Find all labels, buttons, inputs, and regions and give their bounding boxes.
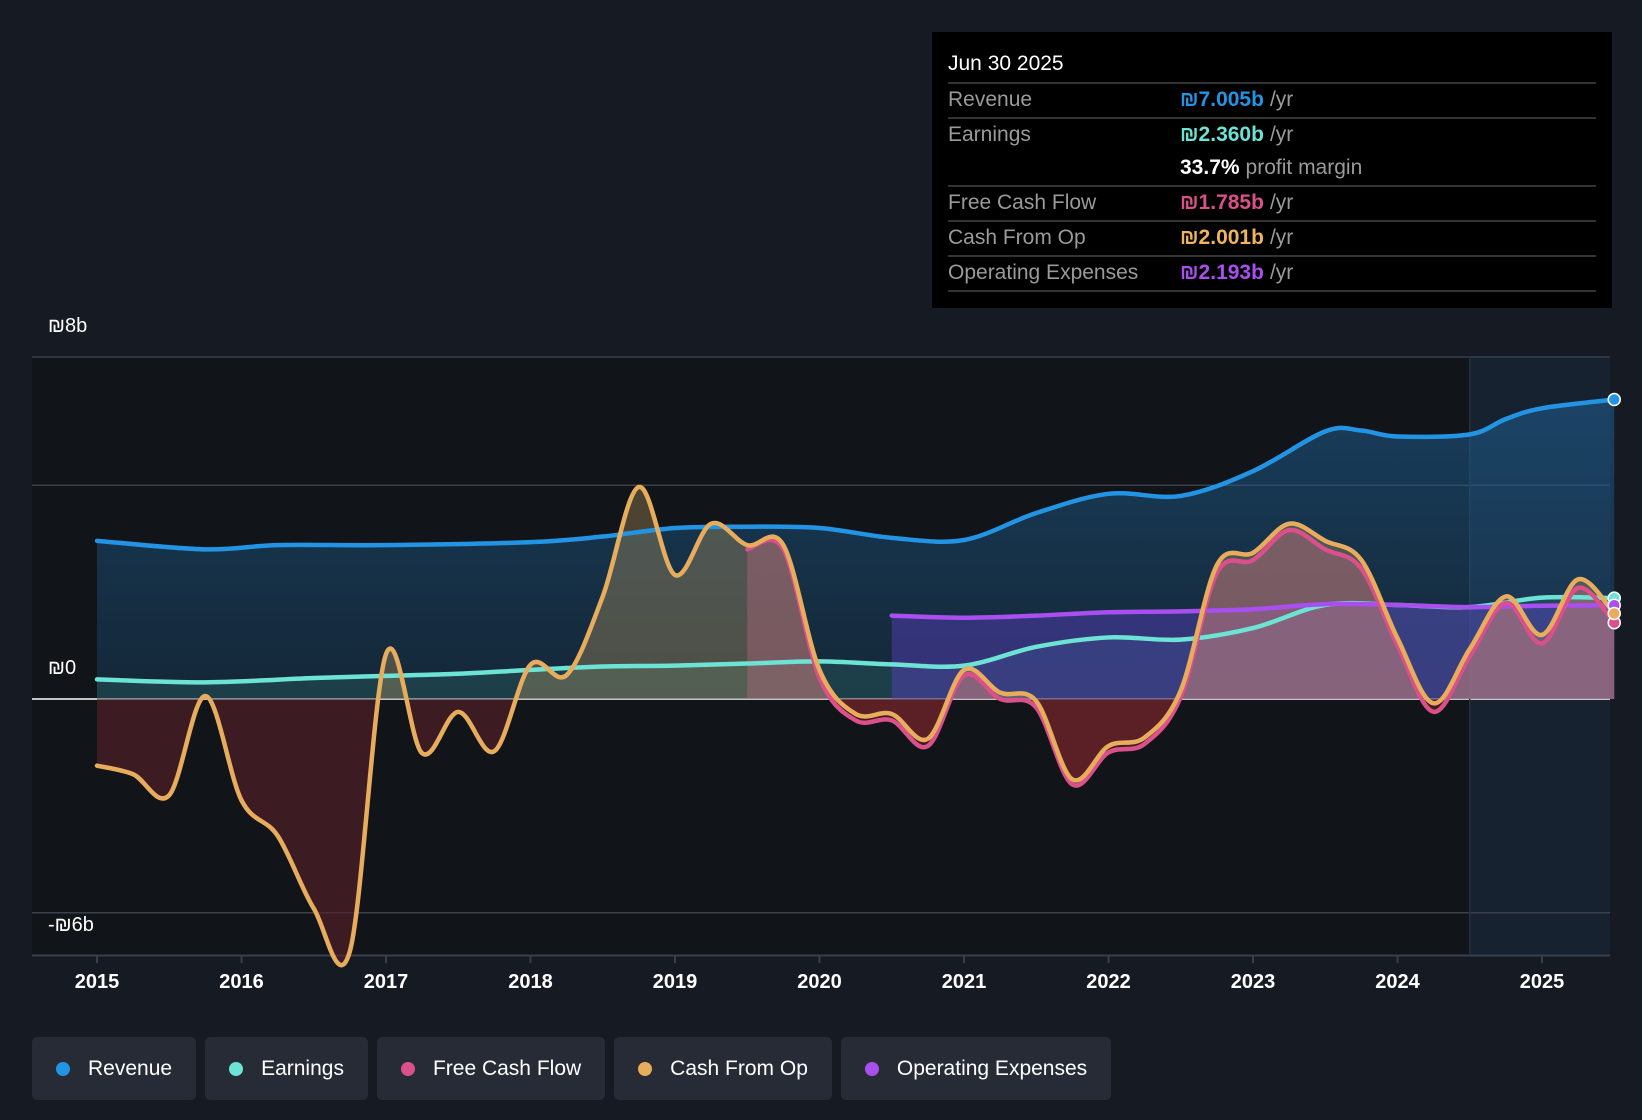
- tooltip-unit: /yr: [1269, 226, 1294, 249]
- x-tick-label: 2018: [508, 971, 553, 993]
- tooltip-row: 33.7% profit margin: [948, 152, 1596, 187]
- revenue-end-point: [1607, 392, 1621, 407]
- x-tick-label: 2015: [74, 971, 120, 993]
- legend-label: Revenue: [88, 1056, 173, 1080]
- legend-label: Earnings: [261, 1056, 344, 1080]
- tooltip-value: ₪2.360b: [1180, 123, 1264, 146]
- tooltip-unit: /yr: [1269, 88, 1294, 111]
- tooltip-label: Free Cash Flow: [948, 191, 1097, 214]
- tooltip-unit: /yr: [1269, 191, 1294, 214]
- legend-label: Operating Expenses: [896, 1056, 1088, 1080]
- legend-label: Cash From Op: [670, 1056, 808, 1080]
- legend-item-cash-from-op[interactable]: Cash From Op: [614, 1037, 832, 1100]
- legend-item-revenue[interactable]: Revenue: [32, 1037, 197, 1100]
- legend-item-free-cash-flow[interactable]: Free Cash Flow: [376, 1037, 606, 1100]
- tooltip-label: Operating Expenses: [948, 261, 1139, 284]
- tooltip-value: ₪2.193b: [1180, 261, 1264, 284]
- tooltip-label: Revenue: [948, 88, 1033, 111]
- legend-item-earnings[interactable]: Earnings: [205, 1037, 368, 1100]
- legend-dot-icon: [638, 1061, 653, 1076]
- tooltip-row: Operating Expenses ₪2.193b/yr: [948, 257, 1596, 292]
- x-tick-label: 2017: [363, 971, 409, 993]
- tooltip-value: ₪2.001b: [1180, 226, 1264, 249]
- tooltip-unit: /yr: [1269, 261, 1294, 284]
- y-tick-label: ₪8b: [48, 315, 88, 337]
- x-tick-label: 2019: [652, 971, 698, 993]
- tooltip-value: ₪7.005b: [1180, 88, 1264, 111]
- legend-dot-icon: [864, 1061, 879, 1076]
- x-tick-label: 2020: [797, 971, 842, 993]
- legend-dot-icon: [400, 1061, 415, 1076]
- tooltip-unit: /yr: [1269, 123, 1294, 146]
- legend-dot-icon: [56, 1061, 70, 1076]
- tooltip-row: Revenue ₪7.005b/yr: [948, 84, 1596, 119]
- tooltip-row: Cash From Op ₪2.001b/yr: [948, 222, 1596, 257]
- tooltip-value: 33.7%: [1180, 156, 1240, 179]
- cash-from-op-end-point: [1607, 606, 1621, 621]
- tooltip-date: Jun 30 2025: [948, 46, 1596, 84]
- x-tick-label: 2022: [1086, 971, 1131, 993]
- legend-item-operating-expenses[interactable]: Operating Expenses: [840, 1037, 1112, 1100]
- x-tick-label: 2016: [219, 971, 264, 993]
- x-tick-label: 2024: [1375, 971, 1420, 993]
- x-tick-label: 2021: [941, 971, 987, 993]
- tooltip-unit: profit margin: [1245, 156, 1363, 179]
- legend: Revenue Earnings Free Cash Flow Cash From O…: [32, 1037, 1112, 1100]
- tooltip-row: Free Cash Flow ₪1.785b/yr: [948, 187, 1596, 222]
- tooltip-value: ₪1.785b: [1180, 191, 1264, 214]
- tooltip-row: Earnings ₪2.360b/yr: [948, 119, 1596, 152]
- x-tick-label: 2025: [1519, 971, 1565, 993]
- legend-dot-icon: [229, 1061, 244, 1076]
- y-tick-label: ₪0: [48, 657, 77, 679]
- tooltip-label: Earnings: [948, 123, 1031, 146]
- tooltip: Jun 30 2025 Revenue ₪7.005b/yr Earnings ₪2.…: [932, 32, 1612, 308]
- y-tick-label: -₪6b: [48, 913, 94, 936]
- tooltip-label: [948, 152, 1180, 185]
- x-tick-label: 2023: [1230, 971, 1276, 993]
- legend-label: Free Cash Flow: [432, 1056, 582, 1080]
- tooltip-label: Cash From Op: [948, 226, 1086, 249]
